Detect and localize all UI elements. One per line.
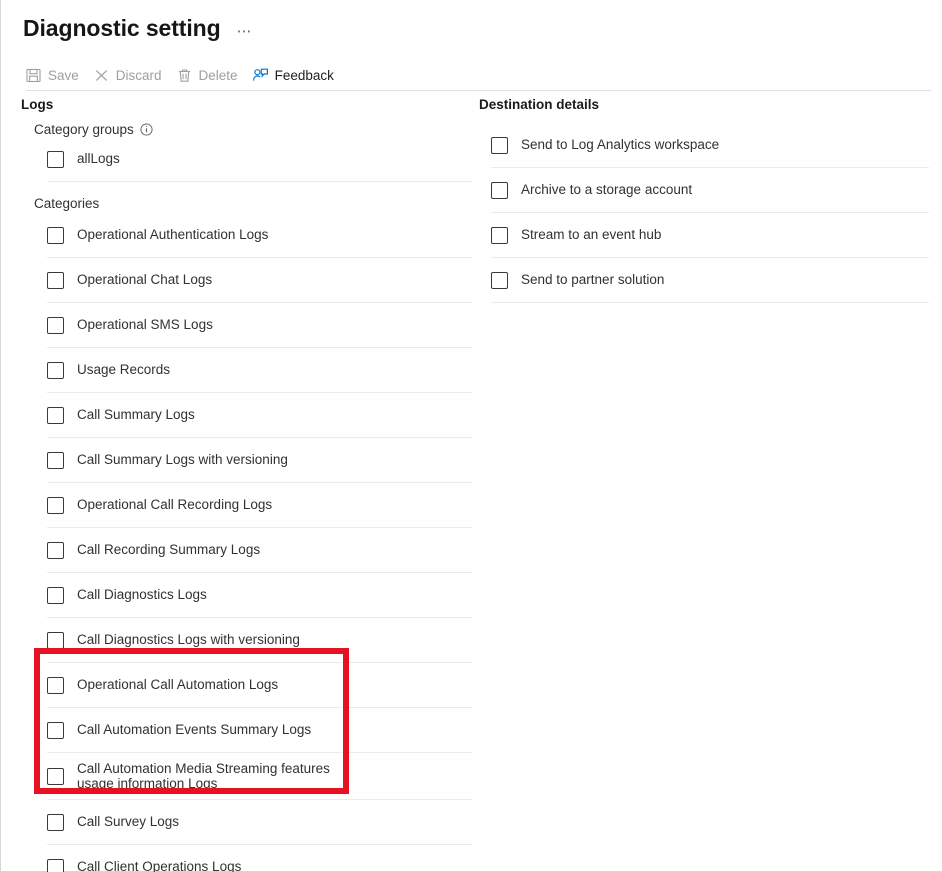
command-bar: Save Discard Delete Feedback	[1, 60, 942, 90]
checkbox-label: Call Summary Logs	[77, 407, 195, 423]
checkbox[interactable]	[47, 586, 64, 604]
checkbox-label: Usage Records	[77, 362, 171, 378]
category-groups-label-row: Category groups	[1, 112, 473, 137]
checkbox-label: Call Summary Logs with versioning	[77, 452, 288, 468]
checkbox[interactable]	[47, 150, 64, 168]
discard-button-label: Discard	[115, 67, 162, 83]
checkbox-label: Archive to a storage account	[521, 182, 693, 198]
category-groups-label: Category groups	[34, 122, 134, 137]
checkbox[interactable]	[47, 361, 64, 379]
checkbox-label: Call Client Operations Logs	[77, 859, 242, 872]
checkbox-row-call-survey-logs[interactable]: Call Survey Logs	[47, 800, 472, 845]
feedback-button[interactable]: Feedback	[252, 60, 334, 90]
checkbox[interactable]	[47, 858, 64, 872]
save-icon	[25, 67, 42, 84]
info-icon[interactable]	[140, 123, 153, 136]
more-options-button[interactable]: ⋯	[237, 24, 254, 39]
delete-icon	[176, 67, 193, 84]
checkbox-label: Operational Call Recording Logs	[77, 497, 273, 513]
checkbox-label: Call Automation Media Streaming features…	[77, 760, 330, 792]
checkbox-row-operational-call-recording-logs[interactable]: Operational Call Recording Logs	[47, 483, 472, 528]
checkbox-label: allLogs	[77, 151, 120, 167]
feedback-icon	[252, 67, 269, 84]
checkbox-row-stream-to-event-hub[interactable]: Stream to an event hub	[491, 213, 929, 258]
checkbox-row-operational-chat-logs[interactable]: Operational Chat Logs	[47, 258, 472, 303]
checkbox[interactable]	[491, 136, 508, 154]
checkbox[interactable]	[47, 767, 64, 785]
diagnostic-setting-blade: Diagnostic setting ⋯ Save Discard Delete…	[0, 0, 942, 872]
checkbox-label: Call Diagnostics Logs with versioning	[77, 632, 300, 648]
checkbox-row-call-summary-logs[interactable]: Call Summary Logs	[47, 393, 472, 438]
checkbox-row-allLogs[interactable]: allLogs	[47, 137, 472, 182]
checkbox[interactable]	[47, 226, 64, 244]
page-header: Diagnostic setting ⋯	[1, 0, 942, 56]
delete-button-label: Delete	[198, 67, 238, 83]
checkbox-row-send-to-log-analytics-workspace[interactable]: Send to Log Analytics workspace	[491, 123, 929, 168]
checkbox[interactable]	[47, 541, 64, 559]
destination-section-title: Destination details	[479, 97, 600, 112]
checkbox-label: Call Automation Events Summary Logs	[77, 722, 312, 738]
checkbox-label: Operational Authentication Logs	[77, 227, 269, 243]
delete-button[interactable]: Delete	[176, 60, 238, 90]
checkbox-row-call-summary-logs-with-versioning[interactable]: Call Summary Logs with versioning	[47, 438, 472, 483]
checkbox-row-call-recording-summary-logs[interactable]: Call Recording Summary Logs	[47, 528, 472, 573]
checkbox-label: Send to partner solution	[521, 272, 665, 288]
checkbox-row-operational-authentication-logs[interactable]: Operational Authentication Logs	[47, 213, 472, 258]
checkbox-row-usage-records[interactable]: Usage Records	[47, 348, 472, 393]
discard-button[interactable]: Discard	[93, 60, 162, 90]
checkbox-label: Operational Chat Logs	[77, 272, 213, 288]
checkbox-row-send-to-partner-solution[interactable]: Send to partner solution	[491, 258, 929, 303]
checkbox[interactable]	[47, 721, 64, 739]
checkbox-label: Call Survey Logs	[77, 814, 180, 830]
checkbox[interactable]	[47, 316, 64, 334]
checkbox-label: Send to Log Analytics workspace	[521, 137, 720, 153]
feedback-button-label: Feedback	[274, 67, 334, 83]
checkbox[interactable]	[491, 226, 508, 244]
logs-column: Logs Category groups allLogs Categories …	[1, 90, 473, 872]
checkbox[interactable]	[47, 676, 64, 694]
checkbox-label: Call Recording Summary Logs	[77, 542, 261, 558]
checkbox-row-call-client-operations-logs[interactable]: Call Client Operations Logs	[47, 845, 472, 872]
checkbox-row-call-diagnostics-logs[interactable]: Call Diagnostics Logs	[47, 573, 472, 618]
checkbox[interactable]	[47, 496, 64, 514]
checkbox[interactable]	[491, 181, 508, 199]
checkbox-row-call-automation-media-streaming-logs[interactable]: Call Automation Media Streaming features…	[47, 753, 472, 800]
checkbox-row-call-automation-events-summary-logs[interactable]: Call Automation Events Summary Logs	[47, 708, 472, 753]
checkbox-label: Operational Call Automation Logs	[77, 677, 279, 693]
discard-icon	[93, 67, 110, 84]
save-button[interactable]: Save	[25, 60, 79, 90]
checkbox[interactable]	[47, 813, 64, 831]
logs-section-title: Logs	[21, 97, 54, 112]
destination-details-column: Destination details Send to Log Analytic…	[479, 90, 931, 303]
checkbox[interactable]	[491, 271, 508, 289]
checkbox[interactable]	[47, 406, 64, 424]
categories-label: Categories	[34, 196, 100, 211]
save-button-label: Save	[48, 67, 79, 83]
checkbox-label: Stream to an event hub	[521, 227, 662, 243]
checkbox[interactable]	[47, 631, 64, 649]
checkbox-row-archive-to-storage-account[interactable]: Archive to a storage account	[491, 168, 929, 213]
checkbox-row-call-diagnostics-logs-with-versioning[interactable]: Call Diagnostics Logs with versioning	[47, 618, 472, 663]
checkbox-row-operational-call-automation-logs[interactable]: Operational Call Automation Logs	[47, 663, 472, 708]
checkbox[interactable]	[47, 271, 64, 289]
page-title: Diagnostic setting	[23, 14, 221, 41]
checkbox-label: Operational SMS Logs	[77, 317, 213, 333]
checkbox[interactable]	[47, 451, 64, 469]
checkbox-row-operational-sms-logs[interactable]: Operational SMS Logs	[47, 303, 472, 348]
checkbox-label: Call Diagnostics Logs	[77, 587, 207, 603]
